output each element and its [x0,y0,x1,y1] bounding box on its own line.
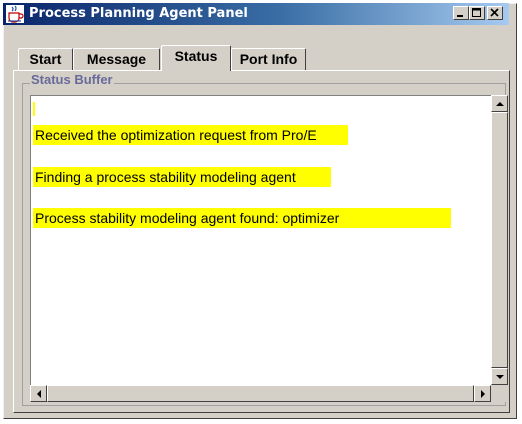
maximize-button[interactable] [469,6,485,20]
arrow-up-icon [496,102,504,106]
horizontal-scrollbar[interactable] [30,385,491,402]
maximize-icon [472,8,481,17]
tab-start[interactable]: Start [18,48,73,70]
arrow-down-icon [496,375,504,379]
vertical-scroll-thumb[interactable] [491,112,508,368]
arrow-right-icon [481,390,485,398]
horizontal-scroll-thumb[interactable] [47,385,474,402]
scroll-right-button[interactable] [474,385,491,402]
status-line: Finding a process stability modeling age… [33,167,331,187]
title-bar[interactable]: Process Planning Agent Panel [3,3,509,25]
scrollbar-corner [491,385,508,402]
java-cup-icon[interactable] [6,5,24,23]
tab-port-info[interactable]: Port Info [231,48,306,70]
tab-message[interactable]: Message [73,48,160,70]
scroll-up-button[interactable] [491,95,508,112]
minimize-button[interactable] [453,6,469,20]
scroll-left-button[interactable] [30,385,47,402]
arrow-left-icon [37,390,41,398]
window-title: Process Planning Agent Panel [29,6,248,21]
close-icon [490,8,499,17]
vertical-scrollbar[interactable] [491,95,508,385]
minimize-icon [457,15,463,17]
status-line: Process stability modeling agent found: … [33,208,451,228]
status-buffer-title: Status Buffer [30,72,114,87]
text-caret [33,102,35,116]
scroll-down-button[interactable] [491,368,508,385]
status-text-area[interactable]: Received the optimization request from P… [30,95,491,385]
close-button[interactable] [487,6,503,20]
status-line: Received the optimization request from P… [33,125,348,145]
tab-status[interactable]: Status [161,45,231,71]
